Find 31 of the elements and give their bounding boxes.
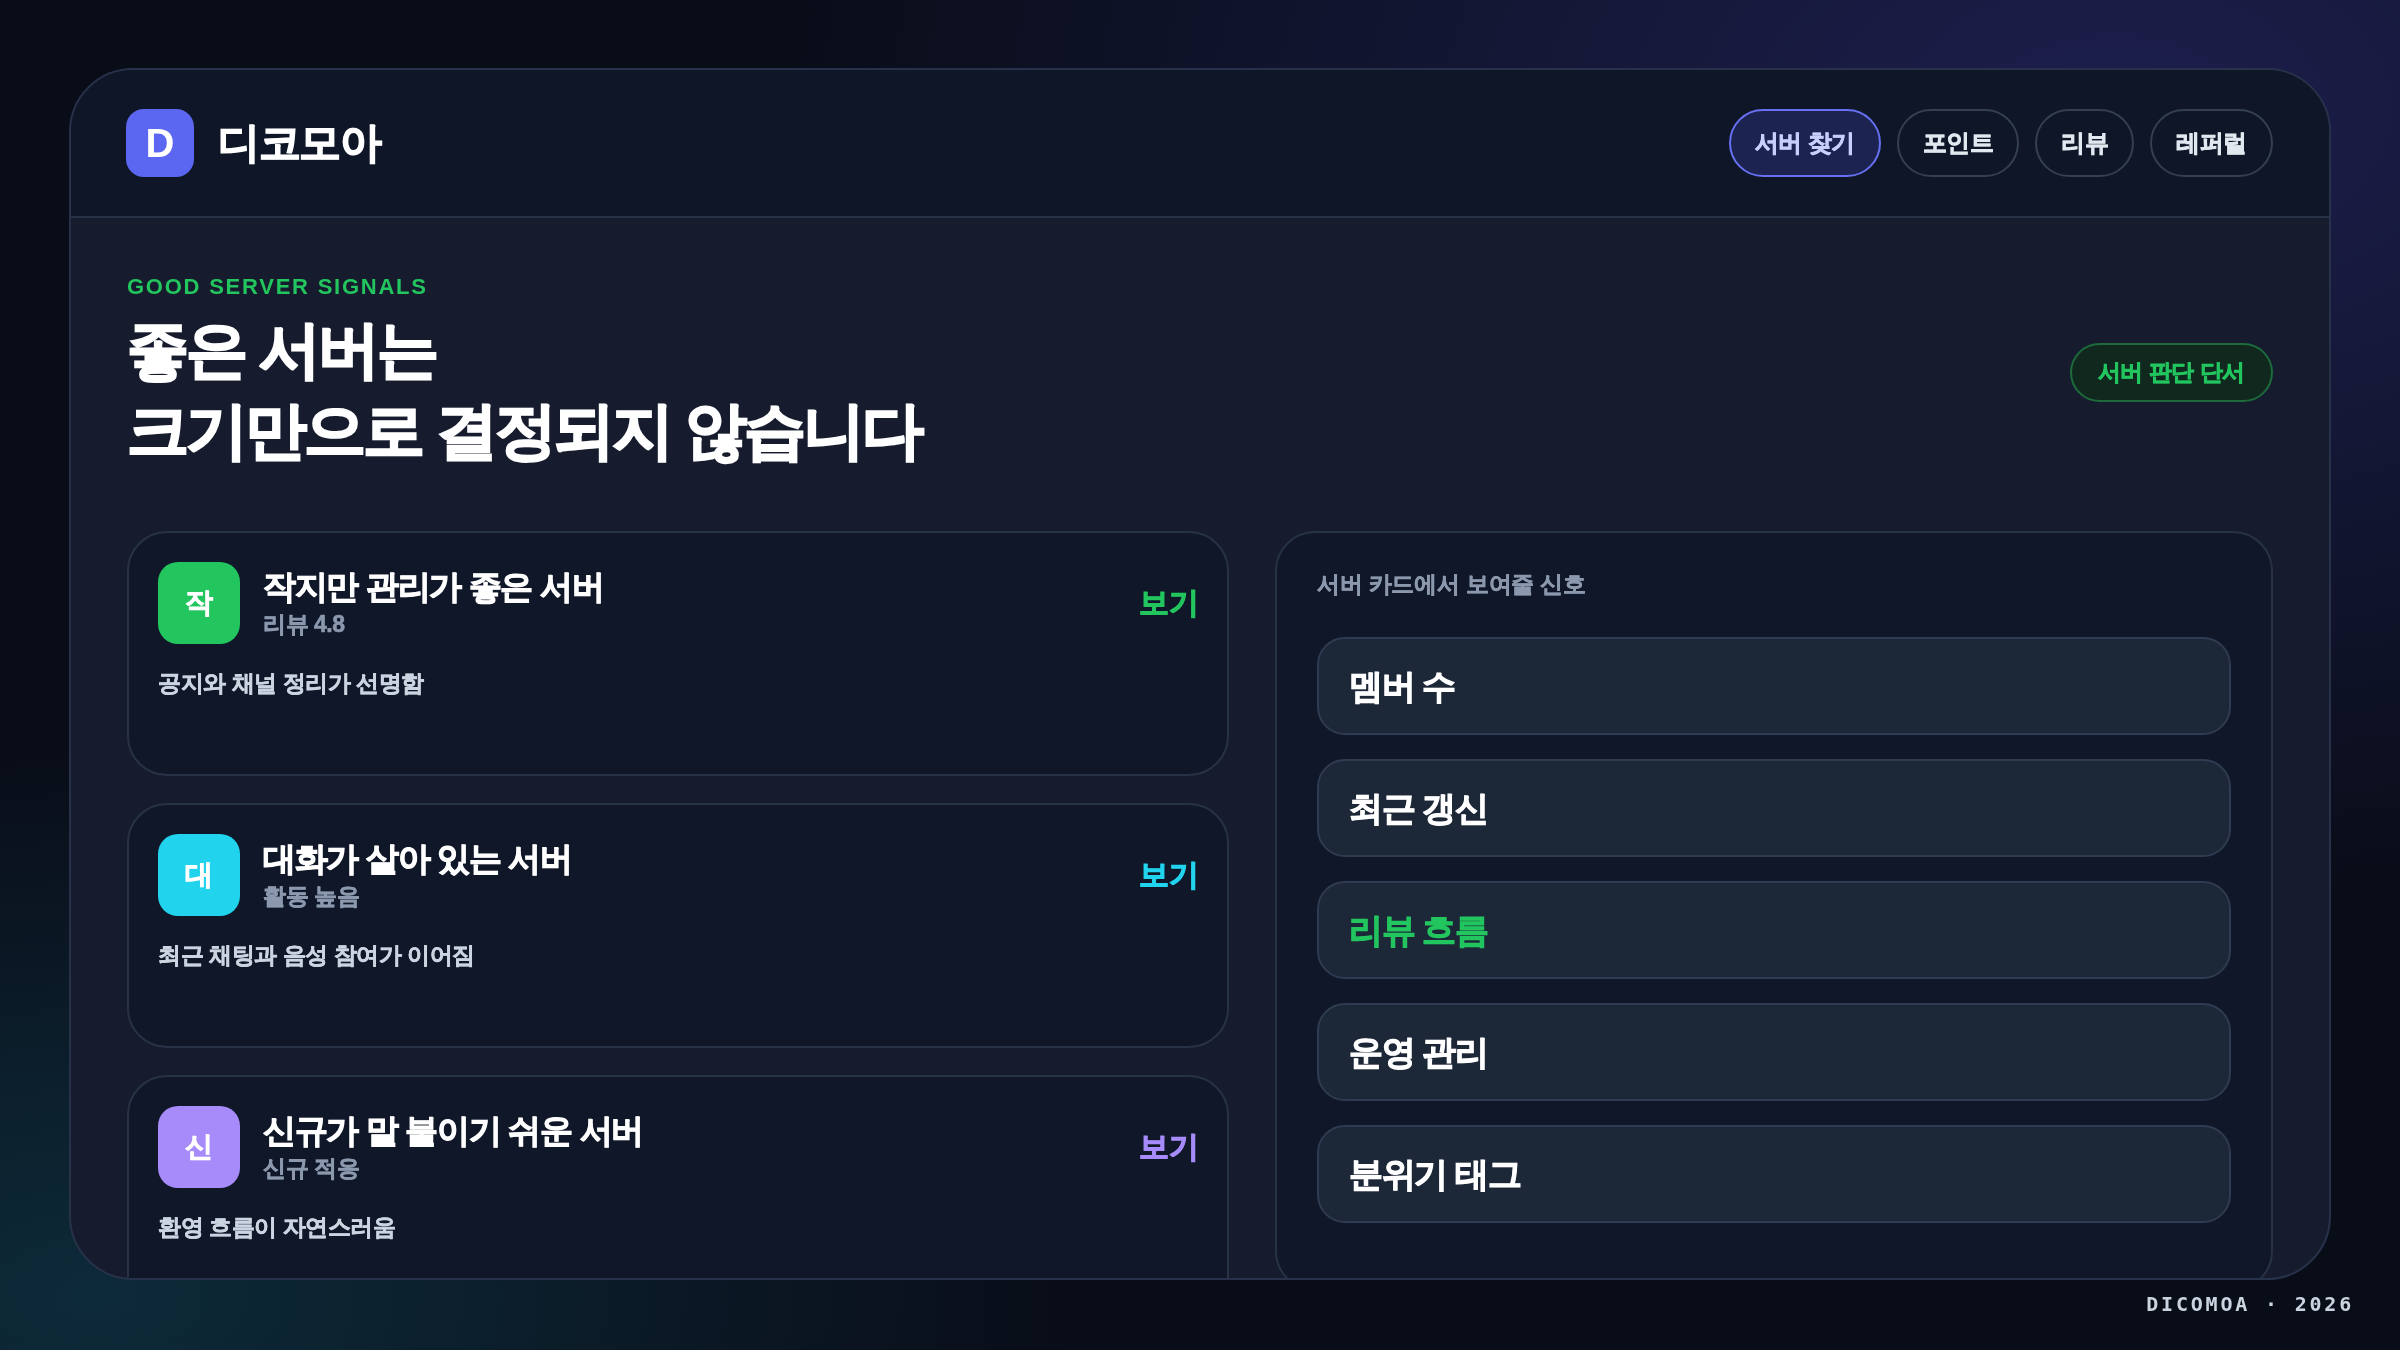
nav-tab[interactable]: 서버 찾기 (1728, 109, 1881, 177)
nav-tab[interactable]: 레퍼럴 (2150, 109, 2273, 177)
server-initial-tile: 작 (158, 562, 240, 644)
view-link[interactable]: 보기 (1139, 855, 1198, 895)
footer-caption: DICOMOA · 2026 (2146, 1291, 2354, 1318)
nav-tab[interactable]: 리뷰 (2035, 109, 2135, 177)
server-initial-tile: 신 (158, 1106, 240, 1188)
card-title: 신규가 말 붙이기 쉬운 서버 (263, 1111, 643, 1151)
signal-item: 운영 관리 (1317, 1003, 2231, 1101)
signal-item: 리뷰 흐름 (1317, 881, 2231, 979)
eyebrow-label: GOOD SERVER SIGNALS (127, 273, 429, 301)
panel-label: 서버 카드에서 보여줄 신호 (1317, 570, 1587, 599)
card-title: 대화가 살아 있는 서버 (263, 839, 572, 879)
nav-tab[interactable]: 포인트 (1896, 109, 2020, 177)
tag-pill: 서버 판단 단서 (2069, 342, 2273, 402)
card-description: 환영 흐름이 자연스러움 (158, 1213, 397, 1242)
card-meta: 활동 높음 (263, 882, 361, 911)
view-link[interactable]: 보기 (1139, 583, 1198, 623)
signal-item: 멤버 수 (1317, 637, 2231, 735)
logo-mark: D (126, 109, 194, 177)
server-initial-tile: 대 (158, 834, 240, 916)
card-meta: 신규 적응 (263, 1154, 361, 1183)
signal-item: 최근 갱신 (1317, 759, 2231, 857)
card-title: 작지만 관리가 좋은 서버 (263, 567, 604, 607)
signal-item: 분위기 태그 (1317, 1125, 2231, 1223)
card-description: 최근 채팅과 음성 참여가 이어짐 (158, 941, 476, 970)
card-meta: 리뷰 4.8 (263, 610, 346, 639)
card-description: 공지와 채널 정리가 선명함 (158, 669, 425, 698)
view-link[interactable]: 보기 (1139, 1127, 1198, 1167)
brand-name: 디코모아 (218, 118, 381, 168)
page-heading: 좋은 서버는 크기만으로 결정되지 않습니다 (127, 314, 921, 467)
